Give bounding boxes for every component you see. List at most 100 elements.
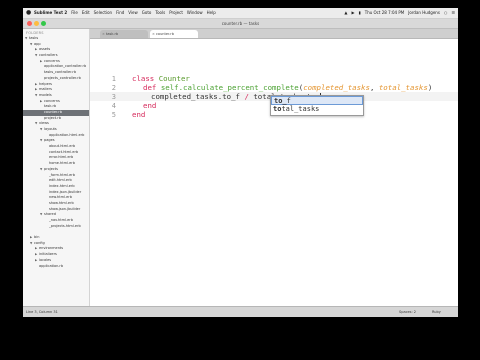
user-name[interactable]: Jordan Hudgens xyxy=(408,10,440,15)
syntax-selector[interactable]: Ruby xyxy=(432,310,441,314)
operator: / xyxy=(244,92,249,101)
menu-items: Sublime Text 2 File Edit Selection Find … xyxy=(34,10,216,15)
tab-bar: × task.rb × counter.rb xyxy=(90,29,458,39)
tree-item-label: project.rb xyxy=(44,115,61,120)
tree-item-label: layouts xyxy=(44,127,57,131)
keyword: end xyxy=(132,110,146,119)
tree-item-label: assets xyxy=(39,47,51,52)
code-line-1: class Counter xyxy=(132,74,190,83)
tree-item-label: _nav.html.erb xyxy=(49,218,73,222)
menu-project[interactable]: Project xyxy=(169,10,183,15)
paren: ) xyxy=(427,83,433,92)
tree-item-label: bin xyxy=(34,235,40,240)
menu-window[interactable]: Window xyxy=(187,10,203,15)
tree-item-label: shared xyxy=(44,212,56,217)
menu-selection[interactable]: Selection xyxy=(94,10,112,15)
tree-item-label: environments xyxy=(39,246,64,251)
completion-text: f xyxy=(286,97,291,105)
code-line-2: def self.calculate_percent_complete(comp… xyxy=(143,83,432,92)
tree-item-label: pages xyxy=(44,138,55,143)
parameter: total_tasks xyxy=(378,83,428,92)
method-name: self.calculate_percent_complete xyxy=(160,83,299,92)
tree-item-label: helpers xyxy=(39,81,52,86)
parameter: completed_tasks xyxy=(303,83,370,92)
tree-item-label: tasks xyxy=(29,36,39,40)
tree-item-label: index.html.erb xyxy=(49,183,75,188)
tree-item-label: projects xyxy=(44,166,58,171)
tree-item-label: application_controller.rb xyxy=(44,64,87,69)
tree-item-label: initializers xyxy=(39,252,57,257)
tab-close-icon[interactable]: × xyxy=(102,30,105,38)
status-menus: ▲ ▶ ▮ Thu Oct 28 7:04 PM Jordan Hudgens … xyxy=(344,10,455,15)
tree-item-label: contact.html.erb xyxy=(49,149,79,154)
tree-item-label: projects_controller.rb xyxy=(44,75,81,80)
line-number: 5 xyxy=(111,111,116,119)
menu-tools[interactable]: Tools xyxy=(155,10,165,15)
autocomplete-item[interactable]: total_tasks xyxy=(271,105,363,114)
menu-help[interactable]: Help xyxy=(207,10,216,15)
line-number: 4 xyxy=(111,102,116,110)
tab-task-rb[interactable]: × task.rb xyxy=(100,30,148,38)
wifi-icon[interactable]: ▲ xyxy=(344,10,347,15)
window-title: counter.rb — tasks xyxy=(221,21,260,26)
tree-file[interactable]: application.rb xyxy=(23,264,89,270)
code-editor[interactable]: 1 2 3 4 5 class Counter def self.calcula… xyxy=(90,39,458,306)
line-number: 1 xyxy=(111,75,116,83)
sidebar-header: FOLDERS xyxy=(26,31,44,35)
line-gutter: 1 2 3 4 5 xyxy=(90,39,120,306)
tree-item-label: new.html.erb xyxy=(49,195,72,200)
apple-menu-icon[interactable]: ● xyxy=(26,9,31,16)
clock[interactable]: Thu Oct 28 7:04 PM xyxy=(365,10,404,15)
match-text: to_ xyxy=(274,97,287,105)
indentation-setting[interactable]: Spaces: 2 xyxy=(399,310,416,314)
status-bar: Line 3, Column 31 Spaces: 2 Ruby xyxy=(23,306,458,317)
keyword: class xyxy=(132,74,155,83)
keyword: def xyxy=(143,83,157,92)
tree-item-label: models xyxy=(39,92,52,97)
tree-item-label: config xyxy=(34,240,45,245)
tree-item-label: task.rb xyxy=(44,104,57,109)
file-tree: ▼ tasks ▼ app ▶ assets ▼ controllers ▶ concerns ap… xyxy=(23,36,89,269)
tree-item-label: tasks_controller.rb xyxy=(44,70,77,75)
autocomplete-item[interactable]: to_f xyxy=(271,96,363,105)
menu-view[interactable]: View xyxy=(128,10,138,15)
spotlight-search-icon[interactable]: ○ xyxy=(444,10,448,15)
code-line-4: end xyxy=(143,101,156,110)
notification-center-icon[interactable]: ☰ xyxy=(451,10,455,15)
autocomplete-popup: to_f total_tasks xyxy=(270,95,364,116)
tree-item-label: show.html.erb xyxy=(49,200,74,205)
tree-item-label: application.html.erb xyxy=(49,132,85,137)
expression: completed_tasks.to_f xyxy=(151,92,240,101)
tree-item-label: application.rb xyxy=(39,263,64,268)
class-name: Counter xyxy=(158,74,190,83)
tree-item-label: error.html.erb xyxy=(49,155,74,160)
tree-item-label: about.html.erb xyxy=(49,144,76,149)
sidebar[interactable]: FOLDERS ▼ tasks ▼ app ▶ assets ▼ controllers ▶ co… xyxy=(23,29,90,306)
completion-text: tal_tasks xyxy=(281,105,320,113)
battery-icon[interactable]: ▮ xyxy=(359,10,361,15)
tab-label: task.rb xyxy=(106,32,119,36)
tree-item-label: home.html.erb xyxy=(49,161,75,166)
tab-label: counter.rb xyxy=(156,32,174,36)
tree-item-label: _form.html.erb xyxy=(49,172,75,177)
menu-find[interactable]: Find xyxy=(116,10,124,15)
menu-edit[interactable]: Edit xyxy=(82,10,90,15)
menu-app[interactable]: Sublime Text 2 xyxy=(34,10,67,15)
cursor-position: Line 3, Column 31 xyxy=(26,310,58,314)
code-line-5: end xyxy=(132,110,145,119)
tree-item-label: locales xyxy=(39,257,52,262)
tree-item-label: app xyxy=(34,41,41,46)
tree-item-label: counter.rb xyxy=(44,109,62,114)
tree-item-label: mailers xyxy=(39,87,52,92)
window-title-bar[interactable]: counter.rb — tasks xyxy=(23,19,458,29)
tab-counter-rb[interactable]: × counter.rb xyxy=(150,30,198,38)
menu-file[interactable]: File xyxy=(71,10,78,15)
menu-goto[interactable]: Goto xyxy=(142,10,152,15)
volume-icon[interactable]: ▶ xyxy=(351,10,354,15)
comma: , xyxy=(369,83,379,92)
tree-item-label: concerns xyxy=(44,58,60,63)
line-number: 2 xyxy=(111,84,116,92)
tree-item-label: controllers xyxy=(39,53,58,58)
keyword: end xyxy=(143,101,157,110)
tab-close-icon[interactable]: × xyxy=(152,30,155,38)
